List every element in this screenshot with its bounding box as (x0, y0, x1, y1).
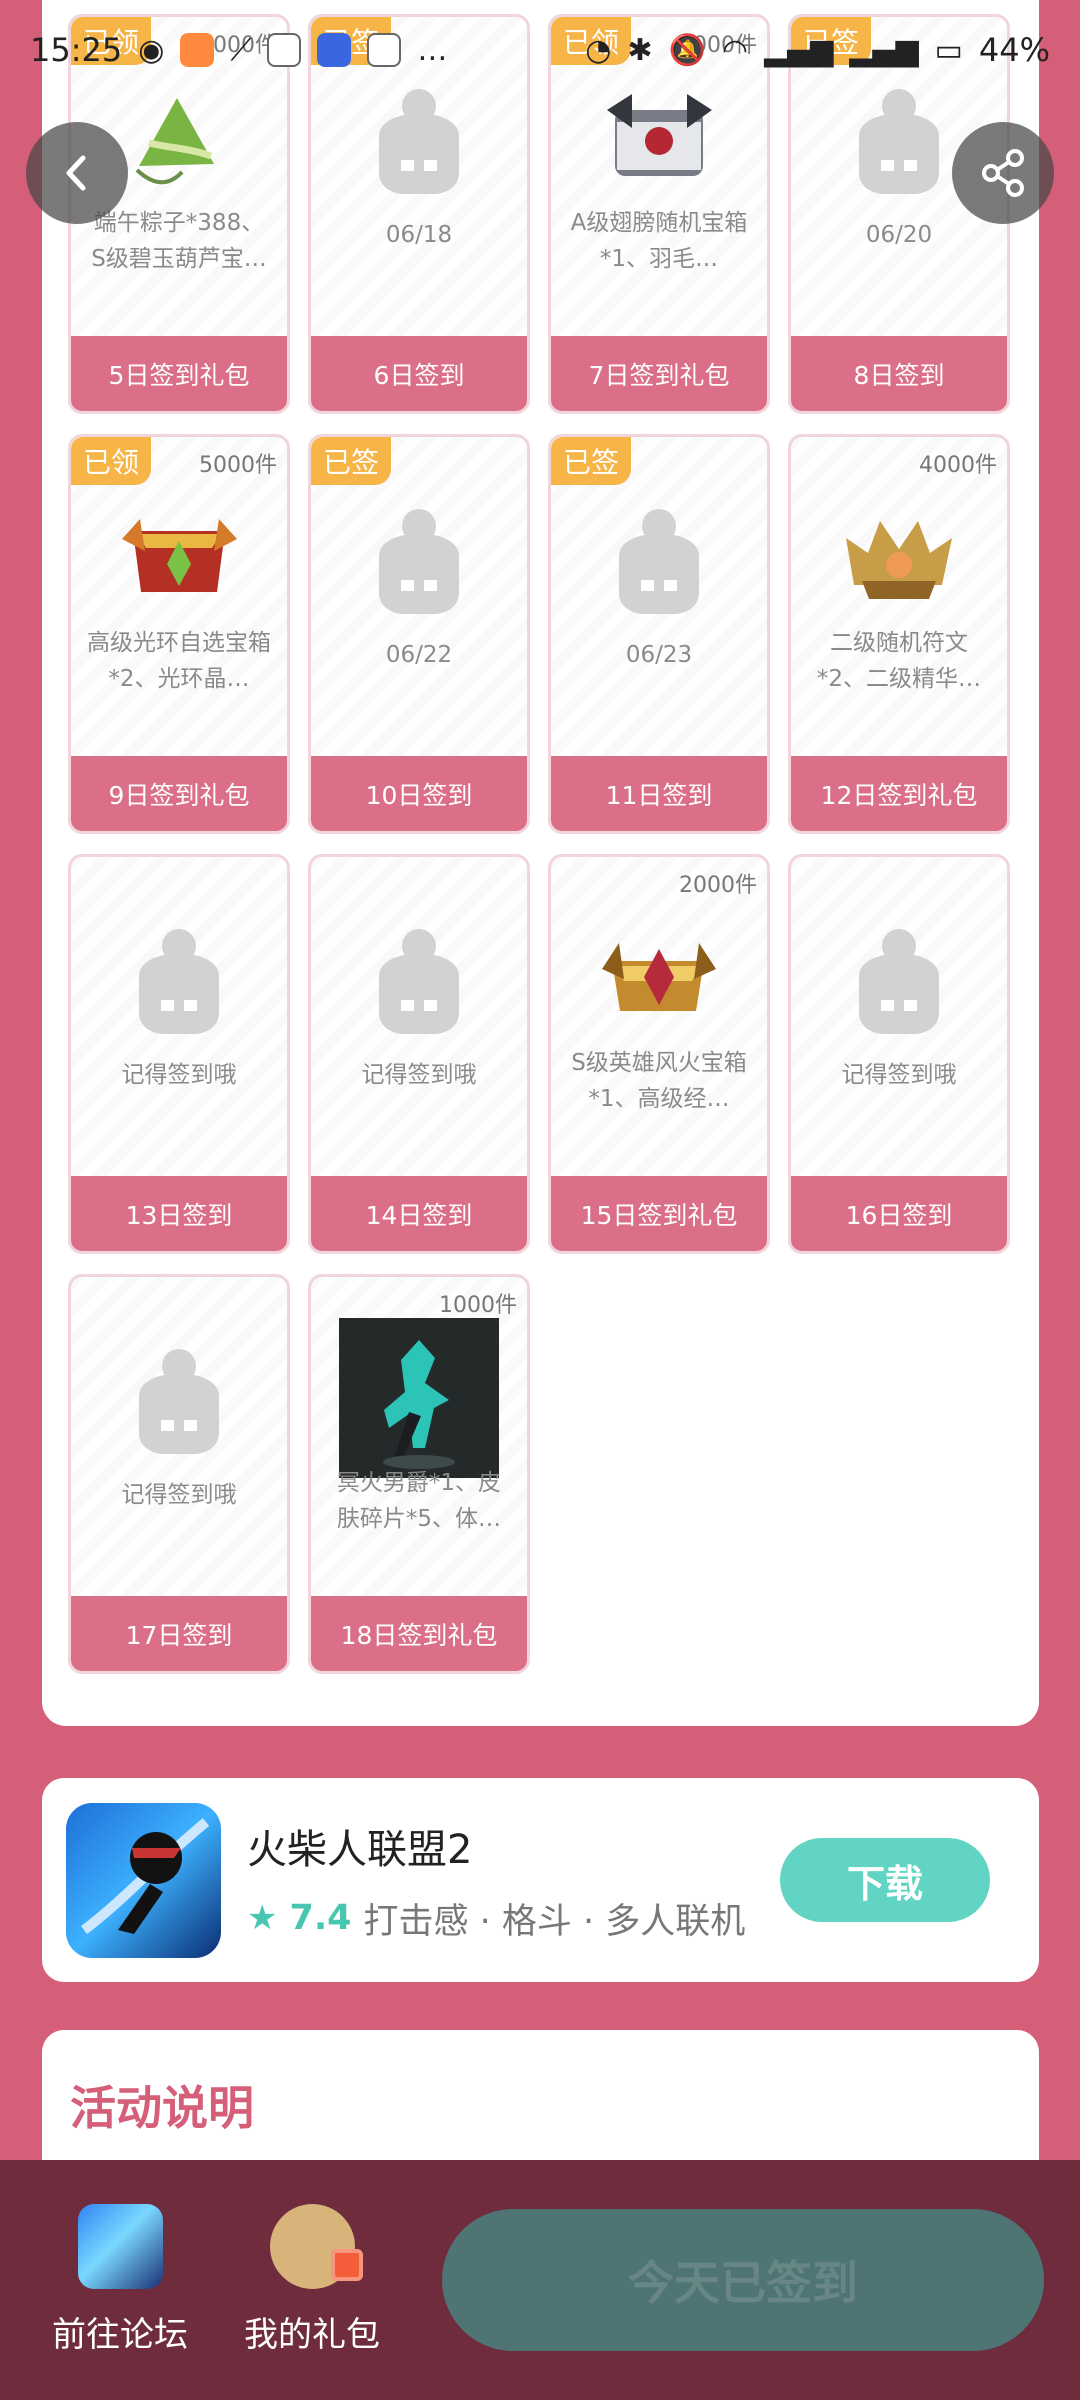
reward-description: 二级随机符文*2、二级精华… (816, 630, 982, 692)
signal-icon: ▂▄▆ (849, 32, 919, 68)
day-label: 7日签到礼包 (551, 336, 767, 411)
reward-description: 端午粽子*388、S级碧玉葫芦宝… (91, 210, 267, 272)
eye-icon: ◉ (138, 32, 165, 68)
day-label: 18日签到礼包 (311, 1596, 527, 1671)
reward-description: A级翅膀随机宝箱*1、羽毛… (570, 210, 748, 272)
share-button[interactable] (952, 122, 1054, 224)
link-icon: ⟋ (230, 32, 252, 68)
game-promo-card[interactable]: 火柴人联盟2 ★ 7.4 打击感 · 格斗 · 多人联机 下载 (42, 1778, 1039, 1982)
sign-in-day-card[interactable]: 1000件 冥火男爵*1、皮肤碎片*5、体… 18日签到礼包 (308, 1274, 530, 1674)
day-label: 12日签到礼包 (791, 756, 1007, 831)
day-label: 6日签到 (311, 336, 527, 411)
signed-badge: 已签 (551, 437, 631, 485)
sign-date: 06/20 (865, 222, 933, 248)
rune-crown-icon (791, 493, 1007, 623)
status-time: 15:25 (30, 31, 123, 69)
day-label: 13日签到 (71, 1176, 287, 1251)
mascot-icon (71, 913, 287, 1043)
reward-count: 4000件 (919, 453, 997, 478)
sign-in-day-card[interactable]: 已领 5000件 高级光环自选宝箱*2、光环晶… 9日签到礼包 (68, 434, 290, 834)
game-rating: 7.4 (289, 1898, 352, 1938)
sign-in-day-card[interactable]: 记得签到哦 13日签到 (68, 854, 290, 1254)
notification-app-icon (367, 33, 402, 67)
reward-count: 2000件 (679, 873, 757, 898)
mascot-icon (71, 1333, 287, 1463)
day-label: 9日签到礼包 (71, 756, 287, 831)
bluetooth-icon: ✱ (627, 32, 653, 68)
notification-app-icon (317, 33, 352, 67)
forum-button[interactable]: 前往论坛 (30, 2180, 210, 2380)
game-meta: ★ 7.4 打击感 · 格斗 · 多人联机 (247, 1893, 780, 1944)
status-bar: 15:25 ◉ ⟋ … ◔ ✱ 🔕 ◠ ▂▄▆ ▂▄▆ ▭ 44% (0, 0, 1080, 100)
my-gifts-label: 我的礼包 (244, 2315, 380, 2355)
claimed-badge: 已领 (71, 437, 151, 485)
reward-description: 冥火男爵*1、皮肤碎片*5、体… (336, 1470, 502, 1532)
notification-app-icon (267, 33, 302, 67)
mute-icon: 🔕 (668, 32, 706, 68)
forum-icon (77, 2204, 163, 2289)
sign-date: 06/23 (625, 642, 693, 668)
sign-in-day-card[interactable]: 4000件 二级随机符文*2、二级精华… 12日签到礼包 (788, 434, 1010, 834)
mascot-icon (551, 493, 767, 623)
game-info: 火柴人联盟2 ★ 7.4 打击感 · 格斗 · 多人联机 (247, 1817, 780, 1944)
day-label: 16日签到 (791, 1176, 1007, 1251)
back-icon (66, 155, 86, 191)
status-right: ◔ ✱ 🔕 ◠ ▂▄▆ ▂▄▆ ▭ 44% (585, 31, 1050, 69)
day-label: 17日签到 (71, 1596, 287, 1671)
signed-today-button[interactable]: 今天已签到 (442, 2209, 1044, 2351)
hero-chest-icon (551, 913, 767, 1043)
battery-icon: ▭ (934, 32, 963, 68)
bottom-bar: 前往论坛 我的礼包 今天已签到 (0, 2160, 1080, 2400)
more-icon: … (417, 32, 448, 68)
star-icon: ★ (247, 1898, 278, 1938)
sign-in-day-card[interactable]: 2000件 S级英雄风火宝箱*1、高级经… 15日签到礼包 (548, 854, 770, 1254)
sign-in-day-card[interactable]: 已签 06/23 11日签到 (548, 434, 770, 834)
game-tags: 打击感 · 格斗 · 多人联机 (363, 1901, 746, 1942)
mascot-icon (791, 913, 1007, 1043)
reminder-text: 记得签到哦 (361, 1062, 477, 1088)
day-label: 5日签到礼包 (71, 336, 287, 411)
reward-description: S级英雄风火宝箱*1、高级经… (571, 1050, 747, 1112)
wifi-icon: ◠ (721, 32, 749, 68)
forum-label: 前往论坛 (52, 2315, 188, 2355)
mascot-icon (311, 913, 527, 1043)
game-name: 火柴人联盟2 (247, 1826, 473, 1873)
day-label: 8日签到 (791, 336, 1007, 411)
halo-chest-icon (71, 493, 287, 623)
day-label: 14日签到 (311, 1176, 527, 1251)
day-label: 11日签到 (551, 756, 767, 831)
sign-in-day-card[interactable]: 记得签到哦 14日签到 (308, 854, 530, 1254)
notification-app-icon (180, 33, 215, 67)
sign-date: 06/22 (385, 642, 453, 668)
sign-date: 06/18 (385, 222, 453, 248)
download-button[interactable]: 下载 (780, 1838, 990, 1922)
mascot-icon (311, 493, 527, 623)
character-skin-icon (311, 1318, 527, 1478)
gift-avatar-icon (269, 2204, 363, 2289)
reward-count: 5000件 (199, 453, 277, 478)
activity-title: 活动说明 (70, 2081, 254, 2135)
day-label: 15日签到礼包 (551, 1176, 767, 1251)
sign-in-day-card[interactable]: 记得签到哦 17日签到 (68, 1274, 290, 1674)
reminder-text: 记得签到哦 (121, 1062, 237, 1088)
signed-badge: 已签 (311, 437, 391, 485)
my-gifts-button[interactable]: 我的礼包 (222, 2180, 402, 2380)
sign-in-day-card[interactable]: 已签 06/22 10日签到 (308, 434, 530, 834)
signal-icon: ▂▄▆ (764, 32, 834, 68)
reward-count: 1000件 (439, 1293, 517, 1318)
stickman-game-icon (66, 1802, 221, 1958)
day-label: 10日签到 (311, 756, 527, 831)
share-icon (982, 149, 1024, 197)
reminder-text: 记得签到哦 (121, 1482, 237, 1508)
battery-percentage: 44% (978, 31, 1050, 69)
sign-in-day-card[interactable]: 记得签到哦 16日签到 (788, 854, 1010, 1254)
status-left: 15:25 ◉ ⟋ … (30, 31, 447, 69)
sign-in-calendar: 已领 7000件 端午粽子*388、S级碧玉葫芦宝… 5日签到礼包 已签 06/… (42, 0, 1039, 1726)
sign-in-grid: 已领 7000件 端午粽子*388、S级碧玉葫芦宝… 5日签到礼包 已签 06/… (68, 14, 1013, 1674)
reminder-text: 记得签到哦 (841, 1062, 957, 1088)
reward-description: 高级光环自选宝箱*2、光环晶… (87, 630, 271, 692)
alarm-icon: ◔ (585, 32, 612, 68)
back-button[interactable] (26, 122, 128, 224)
